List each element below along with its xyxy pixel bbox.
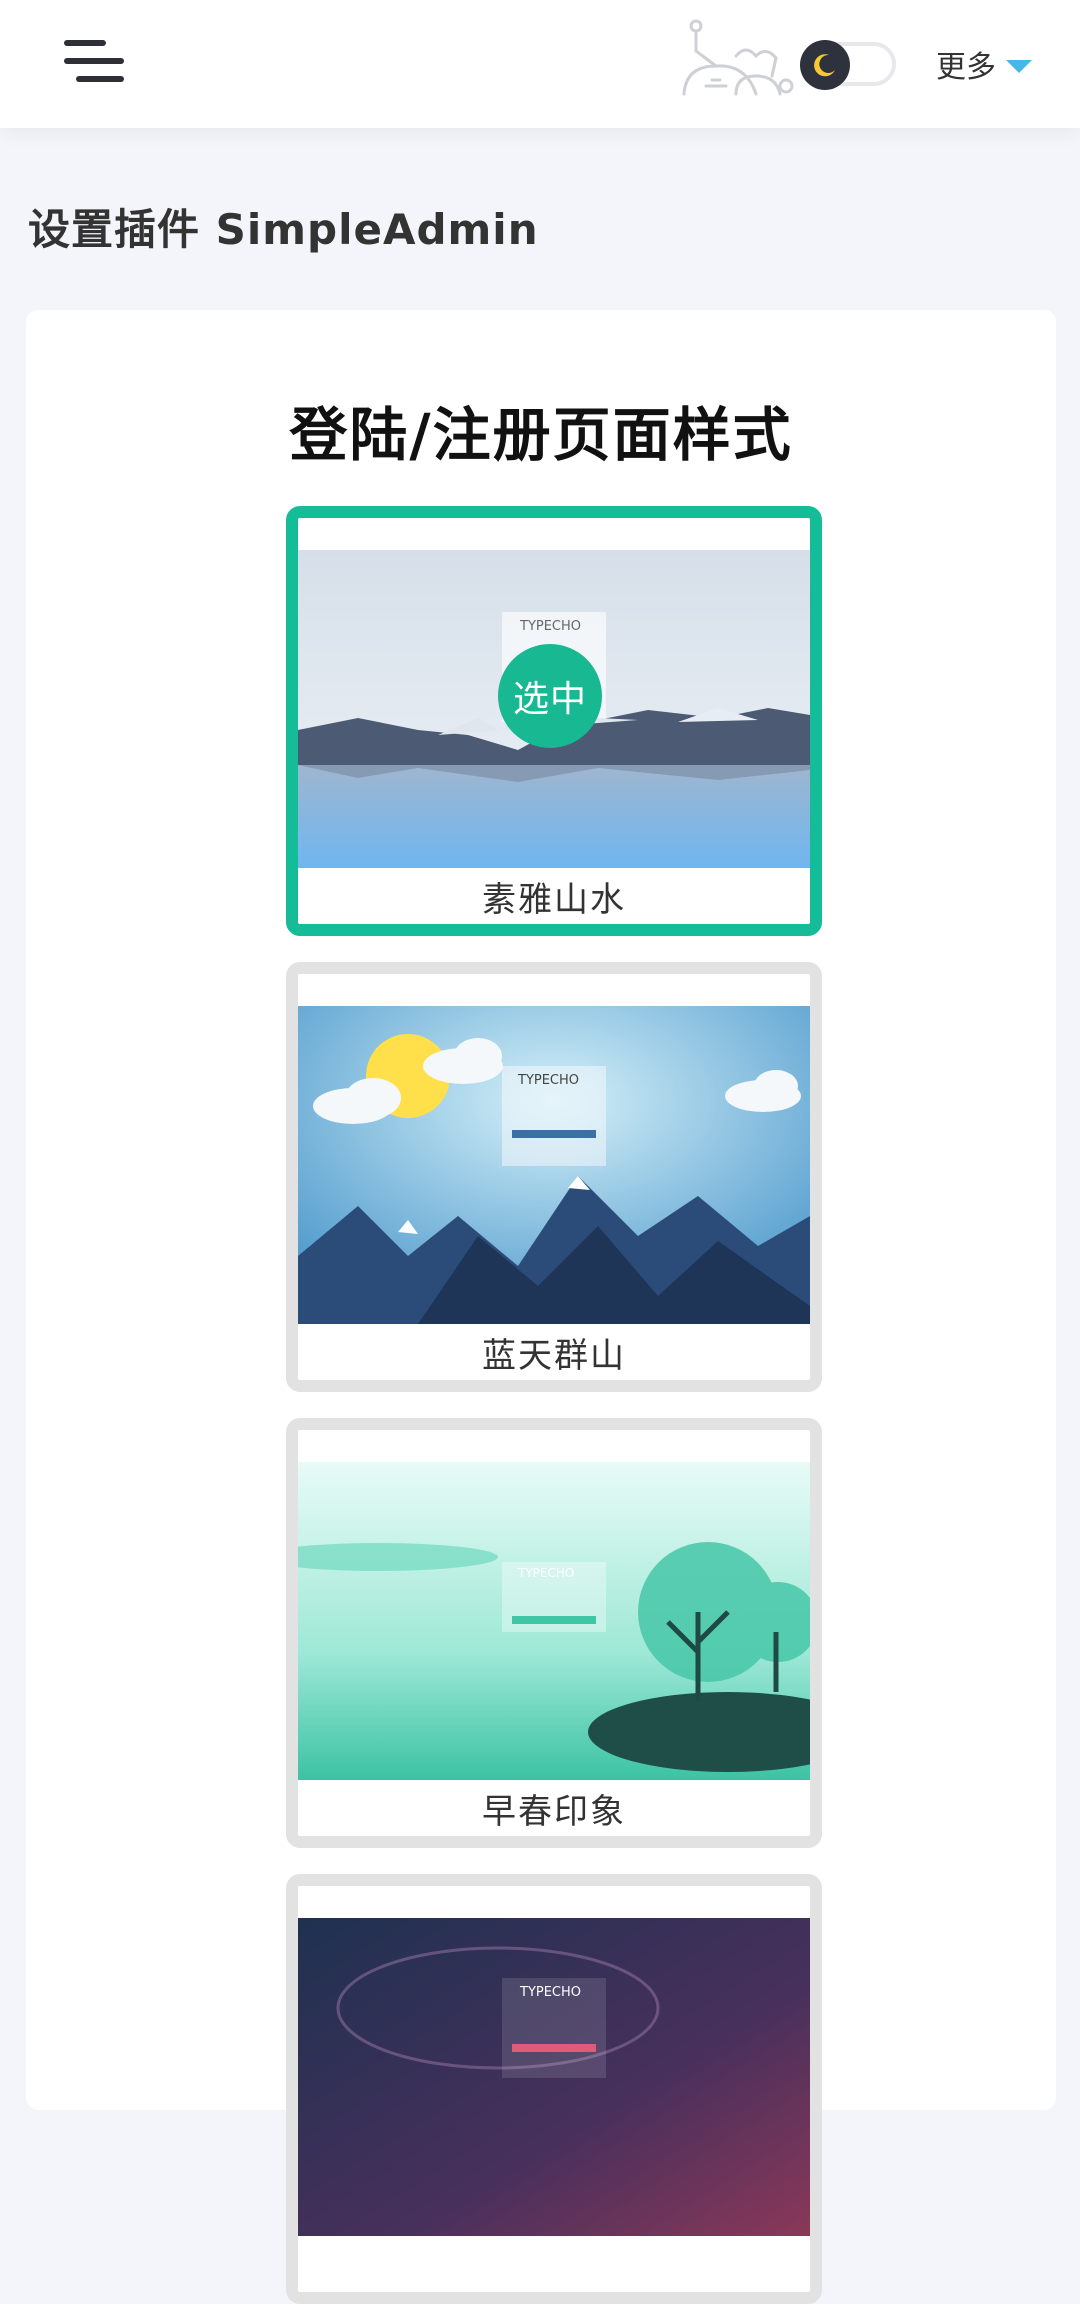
- theme-toggle[interactable]: [800, 40, 896, 90]
- thumb-brand: TYPECHO: [519, 1985, 581, 2000]
- more-menu[interactable]: 更多: [936, 42, 1032, 86]
- top-bar: 更多: [0, 0, 1080, 128]
- thumb-brand: TYPECHO: [519, 619, 581, 634]
- style-thumbnail: TYPECHO: [298, 1462, 810, 1780]
- style-option-4[interactable]: TYPECHO: [286, 1874, 822, 2304]
- style-option-label: 蓝天群山: [482, 1336, 626, 1376]
- thumb-brand: TYPECHO: [517, 1073, 579, 1088]
- settings-panel: 登陆/注册页面样式 TYPECHO 选中 素雅山水 TYPECHO 蓝天群山 T…: [26, 310, 1056, 2304]
- doodle-decoration-icon: [682, 19, 794, 96]
- moon-icon: [800, 40, 850, 90]
- caret-down-icon: [1006, 59, 1032, 73]
- hamburger-menu-icon[interactable]: [64, 38, 124, 88]
- selected-badge: 选中: [498, 644, 602, 748]
- thumb-brand: TYPECHO: [517, 1566, 574, 1580]
- style-thumbnail: TYPECHO: [298, 1918, 810, 2236]
- style-option-label: 早春印象: [482, 1792, 626, 1832]
- section-title: 登陆/注册页面样式: [289, 401, 793, 469]
- style-thumbnail: TYPECHO: [298, 1006, 810, 1324]
- style-option-1[interactable]: TYPECHO 选中 素雅山水: [286, 506, 822, 936]
- more-label: 更多: [936, 50, 996, 85]
- style-option-label: 素雅山水: [482, 880, 626, 920]
- page-title: 设置插件 SimpleAdmin: [28, 205, 539, 254]
- style-option-3[interactable]: TYPECHO 早春印象: [286, 1418, 822, 1848]
- style-option-2[interactable]: TYPECHO 蓝天群山: [286, 962, 822, 1392]
